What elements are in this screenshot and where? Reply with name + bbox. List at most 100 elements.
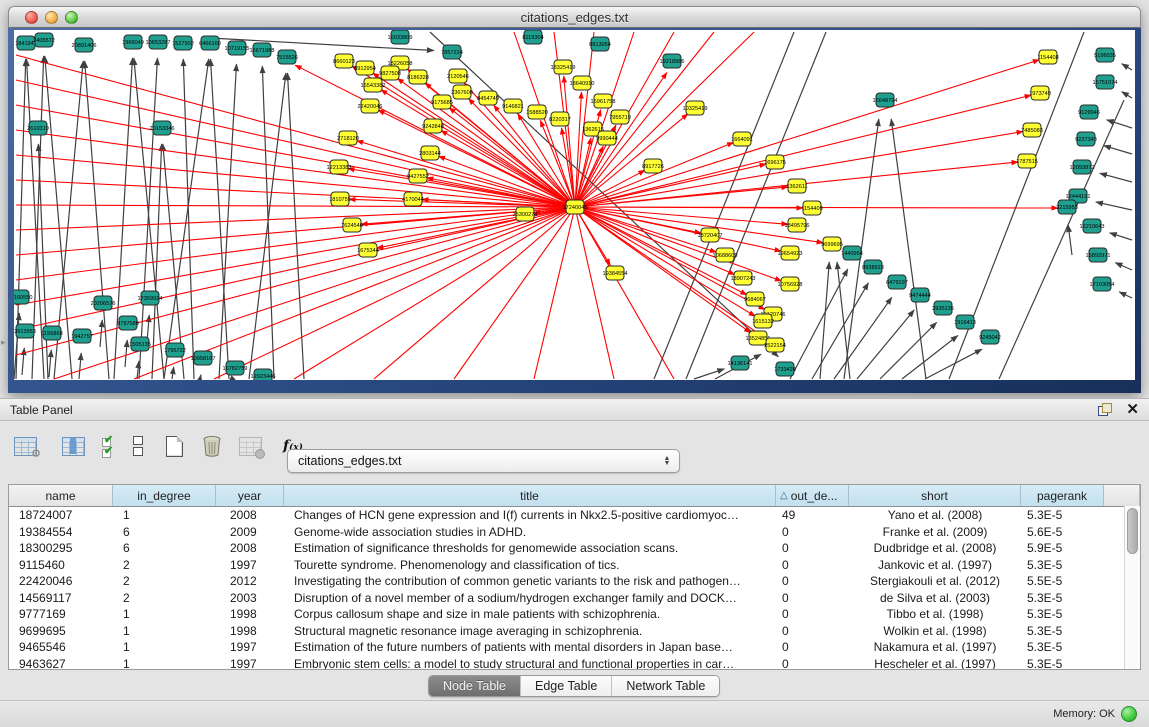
graph-node[interactable]: 9245042 [979, 330, 1001, 344]
graph-node[interactable]: 9242848 [422, 119, 444, 133]
graph-node[interactable]: 17103054 [1090, 277, 1115, 291]
graph-node[interactable]: 7955719 [609, 110, 631, 124]
graph-node[interactable]: 6479197 [886, 275, 908, 289]
graph-node[interactable]: 1154409 [801, 201, 822, 215]
graph-node[interactable]: 1588520 [526, 105, 548, 119]
import-table-icon-disabled[interactable] [239, 437, 262, 456]
graph-node[interactable]: 1615132 [752, 314, 774, 328]
column-header-year[interactable]: year [216, 485, 284, 506]
column-header-title[interactable]: title [284, 485, 776, 506]
table-row[interactable]: 1872400712008Changes of HCN gene express… [9, 507, 1140, 524]
graph-node[interactable]: 2935135 [932, 301, 954, 315]
graph-node[interactable]: 16648794 [873, 93, 898, 107]
tab-edge-table[interactable]: Edge Table [520, 676, 611, 696]
graph-node[interactable]: 12213383 [327, 160, 352, 174]
graph-node[interactable]: 18495796 [785, 218, 810, 232]
graph-node[interactable]: 2610319 [27, 121, 49, 135]
graph-node[interactable]: 1505135 [129, 337, 151, 351]
graph-node[interactable]: 16210643 [1080, 219, 1105, 233]
graph-node[interactable]: 16543382 [361, 78, 386, 92]
graph-node[interactable]: 7485083 [1021, 123, 1043, 137]
tab-node-table[interactable]: Node Table [429, 676, 520, 696]
graph-node[interactable]: 18907243 [731, 271, 756, 285]
column-header-out_de[interactable]: △out_de... [776, 485, 849, 506]
graph-node[interactable]: 8938923 [862, 260, 884, 274]
graph-node[interactable]: 8454749 [477, 91, 499, 105]
graph-node[interactable]: 8186328 [407, 70, 429, 84]
graph-node[interactable]: 1362611 [786, 179, 807, 193]
graph-node[interactable]: 16033809 [388, 30, 413, 44]
graph-node[interactable]: 1664091 [731, 132, 753, 146]
tab-network-table[interactable]: Network Table [611, 676, 719, 696]
graph-node[interactable]: 18720407 [698, 228, 723, 242]
graph-node[interactable]: 9227343 [1075, 132, 1097, 146]
graph-node[interactable]: 9827508 [379, 66, 401, 80]
graph-node[interactable]: 7857224 [441, 45, 463, 59]
graph-node[interactable]: 19218986 [660, 54, 685, 68]
graph-node[interactable]: 20891406 [72, 38, 97, 52]
graph-node[interactable]: 16671988 [250, 43, 275, 57]
graph-node[interactable]: 2120546 [447, 69, 469, 83]
graph-node[interactable]: 16961758 [591, 94, 616, 108]
graph-node[interactable]: 19654923 [778, 246, 803, 260]
graph-node[interactable]: 1440954 [841, 246, 863, 260]
graph-node[interactable]: 25300274 [513, 207, 538, 221]
graph-node[interactable]: 16782759 [223, 361, 248, 375]
graph-node[interactable]: 1973749 [1029, 86, 1051, 100]
graph-node[interactable]: 1942757 [71, 329, 93, 343]
graph-node[interactable]: 10688609 [713, 248, 738, 262]
scrollbar-thumb[interactable] [1127, 508, 1138, 554]
new-table-icon[interactable] [166, 436, 183, 457]
graph-node[interactable]: 14136141 [728, 356, 753, 370]
graph-node[interactable]: 9146821 [502, 99, 524, 113]
table-row[interactable]: 946362711997Embryonic stem cells: a mode… [9, 656, 1140, 671]
graph-node[interactable]: 17240045 [563, 200, 588, 214]
graph-node[interactable]: 9990444 [596, 131, 618, 145]
graph-node[interactable]: 10325419 [683, 101, 708, 115]
graph-node[interactable]: 19384554 [603, 266, 628, 280]
network-canvas[interactable]: 1841947240557220891406196604910653287152… [14, 30, 1135, 380]
citation-network-graph[interactable]: 1841947240557220891406196604910653287152… [14, 30, 1135, 380]
graph-node[interactable]: 7515526 [276, 50, 298, 64]
graph-node[interactable]: 25160550 [14, 290, 32, 304]
graph-node[interactable]: 2405572 [33, 33, 55, 47]
graph-node[interactable]: 1810755 [329, 192, 351, 206]
graph-node[interactable]: 9474444 [909, 288, 931, 302]
table-options-icon[interactable]: ⚙ [14, 437, 37, 456]
float-panel-icon[interactable] [1098, 403, 1112, 416]
graph-node[interactable]: 20153346 [150, 121, 175, 135]
graph-node[interactable]: 17359924 [138, 291, 163, 305]
close-panel-icon[interactable]: ✕ [1126, 402, 1139, 417]
show-columns-icon[interactable] [62, 437, 85, 456]
graph-node[interactable]: 9684067 [744, 292, 766, 306]
graph-node[interactable]: 12093872 [1070, 160, 1095, 174]
table-row[interactable]: 969969511998Structural magnetic resonanc… [9, 623, 1140, 640]
graph-node[interactable]: 1675344 [357, 243, 379, 257]
graph-node[interactable]: 7624540 [341, 218, 363, 232]
graph-node[interactable]: 3913953 [14, 324, 36, 338]
graph-node[interactable]: 1787515 [1016, 154, 1038, 168]
graph-node[interactable]: 8813054 [589, 37, 611, 51]
graph-node[interactable]: 3215953 [1056, 200, 1078, 214]
graph-node[interactable]: 2522154 [764, 338, 786, 352]
select-all-icon[interactable]: ✔✔ [102, 436, 114, 457]
graph-node[interactable]: 10719155 [225, 41, 250, 55]
column-header-short[interactable]: short [849, 485, 1021, 506]
network-window-titlebar[interactable]: citations_edges.txt [8, 6, 1141, 28]
graph-node[interactable]: 1156868 [41, 326, 62, 340]
graph-node[interactable]: 9797588 [117, 316, 139, 330]
table-row[interactable]: 911546021997Tourette syndrome. Phenomeno… [9, 557, 1140, 574]
column-header-in_degree[interactable]: in_degree [113, 485, 216, 506]
graph-node[interactable]: 1916413 [954, 315, 976, 329]
graph-node[interactable]: 9699695 [821, 237, 843, 251]
table-row[interactable]: 977716911998Corpus callosum shape and si… [9, 606, 1140, 623]
graph-node[interactable]: 9427552 [407, 169, 429, 183]
memory-status-indicator[interactable] [1121, 706, 1137, 722]
table-vertical-scrollbar[interactable] [1124, 506, 1140, 669]
graph-node[interactable]: 9175685 [431, 95, 453, 109]
graph-node[interactable]: 18640910 [570, 76, 595, 90]
graph-node[interactable]: 1966049 [122, 35, 144, 49]
column-header-name[interactable]: name [9, 485, 113, 506]
graph-node[interactable]: 15892971 [1086, 248, 1111, 262]
graph-node[interactable]: 15751074 [1093, 75, 1118, 89]
